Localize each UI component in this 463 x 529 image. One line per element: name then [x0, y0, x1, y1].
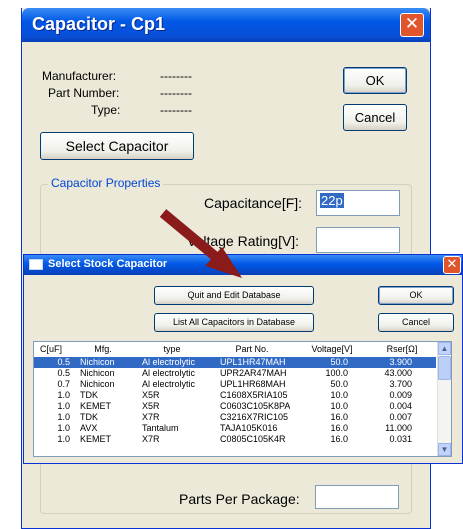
stock-ok-button[interactable]: OK	[378, 286, 454, 305]
cell-type: X5R	[142, 390, 160, 400]
cell-type: Al electrolytic	[142, 357, 196, 367]
type-label: Type:	[91, 103, 121, 117]
list-all-capacitors-button[interactable]: List All Capacitors in Database	[154, 313, 314, 332]
cell-type: Tantalum	[142, 423, 179, 433]
cell-c: 0.7	[57, 379, 70, 389]
capacitance-label: Capacitance[F]:	[204, 195, 303, 211]
col-header-c[interactable]: C[uF]	[40, 344, 70, 355]
col-header-mfg[interactable]: Mfg.	[86, 344, 120, 355]
cell-mfg: Nichicon	[80, 379, 115, 389]
table-row[interactable]: 0.5 Nichicon Al electrolytic UPL1HR47MAH 50.…	[34, 357, 436, 368]
cell-part-no: C3216X7RIC105	[220, 412, 289, 422]
cell-rser: 3.900	[389, 357, 412, 367]
voltage-rating-label: Voltage Rating[V]:	[187, 233, 300, 249]
cell-c: 1.0	[57, 434, 70, 444]
table-row[interactable]: 0.5 Nichicon Al electrolytic UPR2AR47MAH 100…	[34, 368, 436, 379]
cell-c: 0.5	[57, 357, 70, 367]
cell-type: Al electrolytic	[142, 379, 196, 389]
cell-mfg: Nichicon	[80, 368, 115, 378]
table-row[interactable]: 1.0 TDK X7R C3216X7RIC105 16.0 0.007	[34, 412, 436, 423]
cancel-button[interactable]: Cancel	[343, 104, 407, 131]
cell-rser: 11.000	[385, 423, 412, 433]
type-value: --------	[160, 103, 192, 117]
cell-c: 1.0	[57, 401, 70, 411]
cell-mfg: Nichicon	[80, 357, 115, 367]
capacitance-input[interactable]: 22p	[316, 190, 400, 216]
cell-type: X7R	[142, 412, 160, 422]
cell-c: 1.0	[57, 390, 70, 400]
table-row[interactable]: 1.0 TDK X5R C1608X5RIA105 10.0 0.009	[34, 390, 436, 401]
table-row[interactable]: 1.0 KEMET X7R C0805C105K4R 16.0 0.031	[34, 434, 436, 445]
col-header-voltage[interactable]: Voltage[V]	[304, 344, 360, 355]
ok-button[interactable]: OK	[343, 67, 407, 94]
cell-voltage: 16.0	[330, 412, 348, 422]
close-icon[interactable]: ✕	[400, 13, 424, 37]
capacitor-dialog-titlebar[interactable]: Capacitor - Cp1 ✕	[22, 8, 430, 42]
part-number-label: Part Number:	[48, 86, 120, 100]
stock-dialog-title: Select Stock Capacitor	[48, 258, 168, 270]
manufacturer-label: Manufacturer:	[42, 69, 117, 83]
capacitor-properties-title: Capacitor Properties	[48, 176, 164, 190]
stock-cancel-button[interactable]: Cancel	[378, 313, 454, 332]
cell-rser: 0.004	[389, 401, 412, 411]
cell-part-no: UPR2AR47MAH	[220, 368, 287, 378]
select-capacitor-button[interactable]: Select Capacitor	[40, 132, 194, 160]
col-header-rser[interactable]: Rser[Ω]	[380, 344, 424, 355]
table-row[interactable]: 1.0 AVX Tantalum TAJA105K016 16.0 11.000	[34, 423, 436, 434]
window-icon	[29, 259, 43, 270]
close-icon[interactable]: ✕	[443, 256, 461, 274]
list-scrollbar[interactable]: ▲ ▼	[437, 342, 451, 456]
cell-c: 1.0	[57, 412, 70, 422]
cell-mfg: TDK	[80, 412, 98, 422]
select-stock-capacitor-dialog: Select Stock Capacitor ✕ Quit and Edit D…	[23, 254, 463, 464]
parts-per-package-label: Parts Per Package:	[179, 491, 300, 507]
table-row[interactable]: 0.7 Nichicon Al electrolytic UPL1HR68MAH 50.…	[34, 379, 436, 390]
table-row[interactable]: 1.0 KEMET X5R C0603C105K8PA 10.0 0.004	[34, 401, 436, 412]
cell-voltage: 16.0	[330, 434, 348, 444]
cell-part-no: UPL1HR68MAH	[220, 379, 286, 389]
scroll-up-icon[interactable]: ▲	[438, 342, 451, 355]
capacitor-dialog-title: Capacitor - Cp1	[32, 14, 166, 34]
cell-part-no: C0805C105K4R	[220, 434, 286, 444]
voltage-rating-input[interactable]	[316, 227, 400, 253]
cell-mfg: KEMET	[80, 434, 112, 444]
cell-type: Al electrolytic	[142, 368, 196, 378]
cell-rser: 0.031	[389, 434, 412, 444]
cell-voltage: 50.0	[330, 379, 348, 389]
stock-dialog-titlebar[interactable]: Select Stock Capacitor ✕	[24, 255, 462, 275]
cell-type: X7R	[142, 434, 160, 444]
cell-rser: 3.700	[389, 379, 412, 389]
col-header-type[interactable]: type	[152, 344, 192, 355]
manufacturer-value: --------	[160, 69, 192, 83]
cell-voltage: 10.0	[330, 401, 348, 411]
cell-rser: 0.007	[389, 412, 412, 422]
parts-per-package-input[interactable]	[315, 485, 399, 509]
cell-rser: 0.009	[389, 390, 412, 400]
cell-voltage: 10.0	[330, 390, 348, 400]
cell-type: X5R	[142, 401, 160, 411]
cell-part-no: TAJA105K016	[220, 423, 278, 433]
cell-c: 0.5	[57, 368, 70, 378]
quit-and-edit-database-button[interactable]: Quit and Edit Database	[154, 286, 314, 305]
cell-voltage: 16.0	[330, 423, 348, 433]
capacitor-list[interactable]: C[uF] Mfg. type Part No. Voltage[V] Rser…	[33, 341, 452, 457]
cell-voltage: 50.0	[330, 357, 348, 367]
cell-mfg: TDK	[80, 390, 98, 400]
cell-mfg: KEMET	[80, 401, 112, 411]
scroll-down-icon[interactable]: ▼	[438, 443, 451, 456]
cell-part-no: UPL1HR47MAH	[220, 357, 286, 367]
cell-part-no: C1608X5RIA105	[220, 390, 288, 400]
scroll-thumb[interactable]	[438, 356, 451, 380]
col-header-part-no[interactable]: Part No.	[224, 344, 280, 355]
cell-rser: 43.000	[384, 368, 412, 378]
cell-part-no: C0603C105K8PA	[220, 401, 290, 411]
cell-mfg: AVX	[80, 423, 98, 433]
cell-c: 1.0	[57, 423, 70, 433]
cell-voltage: 100.0	[325, 368, 348, 378]
capacitance-value: 22p	[320, 193, 344, 208]
part-number-value: --------	[160, 86, 192, 100]
list-header-row: C[uF] Mfg. type Part No. Voltage[V] Rser…	[34, 344, 436, 356]
